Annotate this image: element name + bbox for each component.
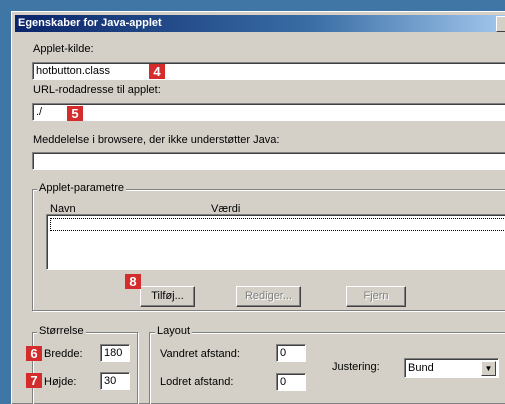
callout-badge-7: 7 [26,373,42,388]
size-group [32,332,138,404]
callout-badge-5: 5 [67,106,83,121]
callout-badge-6: 6 [26,346,42,361]
base-url-value: ./ [36,106,43,118]
width-label: Bredde: [44,348,83,360]
alt-message-label: Meddelelse i browsere, der ikke understø… [33,134,280,146]
width-input[interactable]: 180 [100,344,130,362]
base-url-label: URL-rodadresse til applet: [33,84,161,96]
alt-message-input[interactable] [32,152,505,170]
layout-group-title: Layout [155,325,193,337]
close-button[interactable] [496,16,505,32]
horizontal-spacing-label: Vandret afstand: [160,348,240,360]
height-label: Højde: [44,376,77,388]
horizontal-spacing-input[interactable]: 0 [276,344,306,362]
list-item[interactable] [50,218,505,231]
add-parameter-button[interactable]: Tilføj... [140,286,195,307]
vertical-spacing-input[interactable]: 0 [276,373,306,391]
edit-parameter-button[interactable]: Rediger... [236,286,301,307]
applet-source-label: Applet-kilde: [33,43,94,55]
alignment-dropdown[interactable]: Bund ▼ [404,358,499,378]
alignment-label: Justering: [332,361,380,373]
title-bar: Egenskaber for Java-applet [15,15,505,32]
base-url-input[interactable]: ./ [32,103,505,121]
applet-parameters-title: Applet-parametre [37,182,126,194]
vertical-spacing-label: Lodret afstand: [160,376,234,388]
chevron-down-icon[interactable]: ▼ [481,361,496,376]
callout-badge-4: 4 [149,64,165,79]
applet-source-input[interactable]: hotbutton.class [32,62,505,80]
height-input[interactable]: 30 [100,372,130,390]
applet-properties-dialog: Egenskaber for Java-applet Applet-kilde:… [11,11,505,404]
size-group-title: Størrelse [37,325,86,337]
remove-parameter-button[interactable]: Fjern [346,286,406,307]
parameters-list[interactable] [46,214,505,270]
callout-badge-8: 8 [125,274,141,289]
alignment-value: Bund [408,362,434,374]
applet-source-value: hotbutton.class [36,65,110,77]
window-title: Egenskaber for Java-applet [18,17,162,29]
